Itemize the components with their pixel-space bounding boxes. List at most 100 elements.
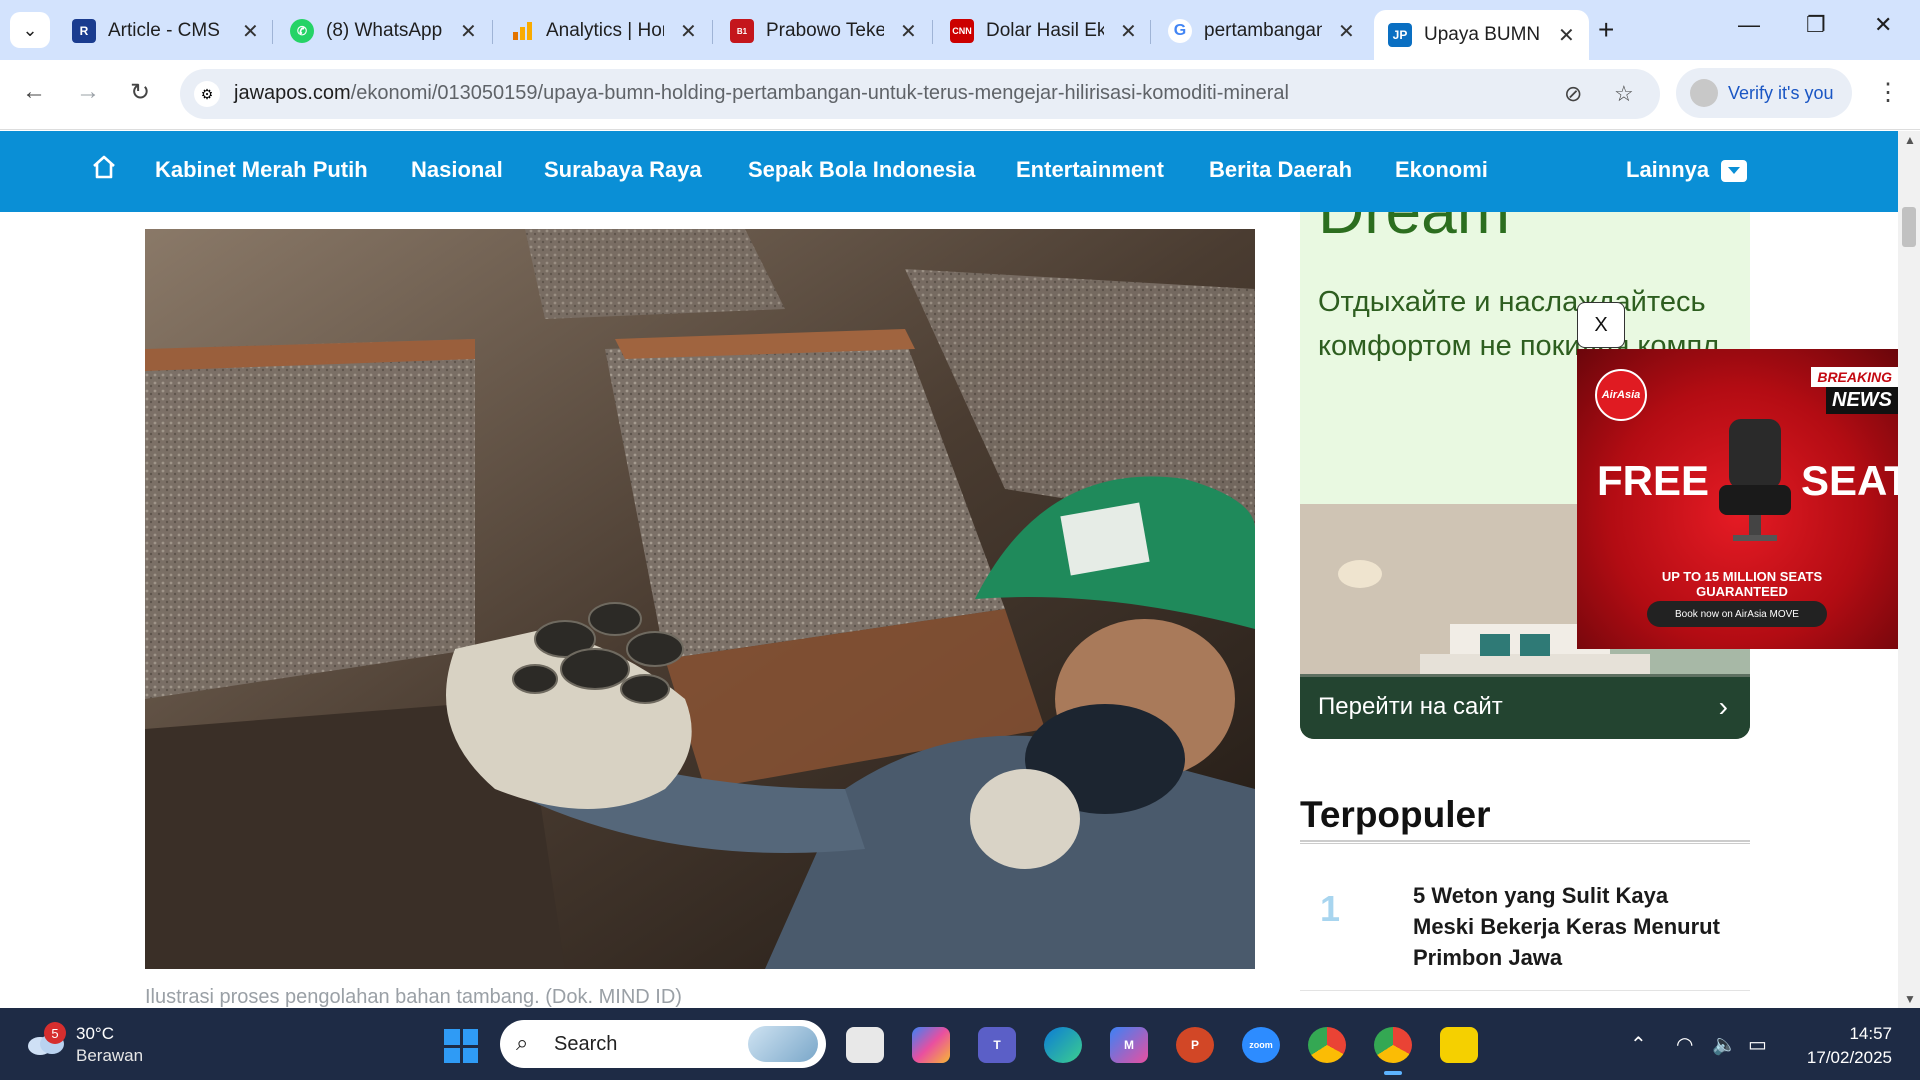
tab-title: (8) WhatsApp bbox=[326, 20, 443, 41]
bookmark-star-icon[interactable]: ☆ bbox=[1614, 81, 1634, 107]
verify-profile-button[interactable]: Verify it's you bbox=[1676, 68, 1852, 118]
plus-icon: + bbox=[1598, 14, 1615, 45]
arrow-right-icon: → bbox=[76, 78, 100, 105]
tab-close-icon[interactable]: ✕ bbox=[1120, 19, 1137, 44]
analytics-icon bbox=[510, 19, 534, 43]
clock-time: 14:57 bbox=[1849, 1024, 1892, 1043]
url-domain: jawapos.com bbox=[234, 82, 351, 104]
cms-favicon-icon: R bbox=[72, 19, 96, 43]
tab-analytics[interactable]: Analytics | Hom ✕ bbox=[496, 10, 711, 52]
battery-icon[interactable]: ▭ bbox=[1748, 1032, 1767, 1057]
start-button[interactable] bbox=[444, 1029, 478, 1063]
book-now-button[interactable]: Book now on AirAsia MOVE bbox=[1647, 601, 1827, 627]
nav-surabaya-raya[interactable]: Surabaya Raya bbox=[544, 157, 702, 183]
nav-berita-daerah[interactable]: Berita Daerah bbox=[1209, 157, 1352, 183]
url-text[interactable]: jawapos.com/ekonomi/013050159/upaya-bumn… bbox=[234, 82, 1289, 105]
tab-close-icon[interactable]: ✕ bbox=[460, 19, 477, 44]
tab-pertambangan[interactable]: G pertambangan ✕ bbox=[1154, 10, 1369, 52]
popup-close-button[interactable]: X bbox=[1577, 302, 1625, 348]
airasia-logo: AirAsia bbox=[1595, 369, 1647, 421]
zoom-icon[interactable]: zoom bbox=[1242, 1027, 1280, 1063]
tab-close-icon[interactable]: ✕ bbox=[1558, 23, 1575, 48]
nav-sepak-bola-indonesia[interactable]: Sepak Bola Indonesia bbox=[748, 157, 975, 183]
task-view-icon[interactable] bbox=[846, 1027, 884, 1063]
reload-button[interactable]: ↻ bbox=[130, 78, 150, 107]
tab-title: Article - CMS bbox=[108, 20, 220, 41]
tab-title: pertambangan bbox=[1204, 20, 1322, 41]
google-icon: G bbox=[1168, 19, 1192, 43]
tab-whatsapp[interactable]: ✆ (8) WhatsApp ✕ bbox=[276, 10, 491, 52]
page-scrollbar[interactable]: ▲ ▼ bbox=[1898, 131, 1920, 1008]
photo-caption: Ilustrasi proses pengolahan bahan tamban… bbox=[145, 986, 682, 1008]
chevron-up-icon[interactable]: ⌃ bbox=[1630, 1032, 1647, 1057]
weather-widget[interactable]: 5 30°C Berawan bbox=[26, 1022, 226, 1068]
eye-off-icon[interactable]: ⊘ bbox=[1564, 81, 1582, 107]
scroll-down-icon[interactable]: ▼ bbox=[1904, 992, 1916, 1006]
close-window-button[interactable]: ✕ bbox=[1874, 12, 1892, 38]
seat-label: SEAT bbox=[1801, 457, 1898, 504]
sticky-notes-icon[interactable] bbox=[1440, 1027, 1478, 1063]
clock-date: 17/02/2025 bbox=[1806, 1048, 1892, 1067]
list-divider bbox=[1300, 990, 1750, 991]
avatar bbox=[1690, 79, 1718, 107]
taskbar-search[interactable]: ⌕ Search bbox=[500, 1020, 826, 1068]
back-button[interactable]: ← bbox=[22, 78, 46, 106]
home-icon[interactable] bbox=[90, 153, 118, 181]
scroll-up-icon[interactable]: ▲ bbox=[1904, 133, 1916, 147]
popup-advertisement[interactable]: AirAsia BREAKING NEWS FREE SEAT UP TO 15… bbox=[1577, 349, 1898, 649]
wifi-icon[interactable]: ◠ bbox=[1676, 1032, 1693, 1057]
tab-close-icon[interactable]: ✕ bbox=[900, 19, 917, 44]
nav-entertainment[interactable]: Entertainment bbox=[1016, 157, 1164, 183]
site-info-icon[interactable]: ⚙ bbox=[194, 81, 220, 107]
chrome-icon[interactable] bbox=[1308, 1027, 1346, 1063]
caret-down-icon bbox=[1721, 160, 1748, 183]
new-tab-button[interactable]: + bbox=[1598, 14, 1614, 46]
forward-button[interactable]: → bbox=[76, 78, 100, 106]
ad-cta-button[interactable]: Перейти на сайт › bbox=[1300, 677, 1750, 739]
chevron-right-icon: › bbox=[1718, 691, 1728, 722]
tab-prabowo[interactable]: B1 Prabowo Teke ✕ bbox=[716, 10, 931, 52]
search-highlight-image bbox=[748, 1026, 818, 1062]
breaking-label: BREAKING bbox=[1811, 367, 1898, 387]
nav-lainnya[interactable]: Lainnya bbox=[1626, 157, 1748, 183]
m365-icon[interactable]: M bbox=[1110, 1027, 1148, 1063]
tab-close-icon[interactable]: ✕ bbox=[1338, 19, 1355, 44]
address-bar[interactable]: ⚙ jawapos.com/ekonomi/013050159/upaya-bu… bbox=[180, 69, 1660, 119]
jawapos-favicon-icon: JP bbox=[1388, 23, 1412, 47]
tab-article-cms[interactable]: R Article - CMS ✕ bbox=[58, 10, 273, 52]
nav-ekonomi[interactable]: Ekonomi bbox=[1395, 157, 1488, 183]
nav-nasional[interactable]: Nasional bbox=[411, 157, 503, 183]
edge-icon[interactable] bbox=[1044, 1027, 1082, 1063]
system-clock[interactable]: 14:57 17/02/2025 bbox=[1796, 1022, 1892, 1070]
tab-strip: ⌄ R Article - CMS ✕ ✆ (8) WhatsApp ✕ Ana… bbox=[0, 0, 1920, 60]
tab-title: Dolar Hasil Ek bbox=[986, 20, 1104, 41]
windows-taskbar: 5 30°C Berawan ⌕ Search T M P zoom ⌃ ◠ 🔈… bbox=[0, 1008, 1920, 1080]
article-photo bbox=[145, 229, 1255, 969]
free-label: FREE bbox=[1597, 457, 1710, 504]
powerpoint-icon[interactable]: P bbox=[1176, 1027, 1214, 1063]
popular-article-link[interactable]: 5 Weton yang Sulit Kaya Meski Bekerja Ke… bbox=[1413, 880, 1733, 973]
more-vert-icon: ⋮ bbox=[1876, 79, 1900, 106]
tab-upaya-bumn[interactable]: JP Upaya BUMN ✕ bbox=[1374, 10, 1589, 60]
chrome-profile-icon[interactable] bbox=[1374, 1027, 1412, 1075]
tab-search-button[interactable]: ⌄ bbox=[10, 12, 50, 48]
volume-icon[interactable]: 🔈 bbox=[1712, 1032, 1737, 1057]
copilot-icon[interactable] bbox=[912, 1027, 950, 1063]
weather-condition: Berawan bbox=[76, 1046, 144, 1065]
nav-kabinet-merah-putih[interactable]: Kabinet Merah Putih bbox=[155, 157, 368, 183]
restore-button[interactable]: ❐ bbox=[1806, 12, 1826, 38]
tab-title: Prabowo Teke bbox=[766, 20, 884, 41]
url-path: /ekonomi/013050159/upaya-bumn-holding-pe… bbox=[350, 82, 1289, 104]
tab-close-icon[interactable]: ✕ bbox=[242, 19, 259, 44]
beritasatu-favicon-icon: B1 bbox=[730, 19, 754, 43]
tab-dolar[interactable]: CNN Dolar Hasil Ek ✕ bbox=[936, 10, 1151, 52]
teams-icon[interactable]: T bbox=[978, 1027, 1016, 1063]
tab-separator bbox=[492, 20, 493, 44]
browser-menu-button[interactable]: ⋮ bbox=[1876, 78, 1900, 107]
scrollbar-thumb[interactable] bbox=[1902, 207, 1916, 247]
close-icon: ✕ bbox=[1874, 12, 1893, 37]
minimize-button[interactable]: — bbox=[1738, 12, 1760, 38]
section-divider bbox=[1300, 840, 1750, 844]
tab-close-icon[interactable]: ✕ bbox=[680, 19, 697, 44]
nav-lainnya-label: Lainnya bbox=[1626, 157, 1710, 182]
